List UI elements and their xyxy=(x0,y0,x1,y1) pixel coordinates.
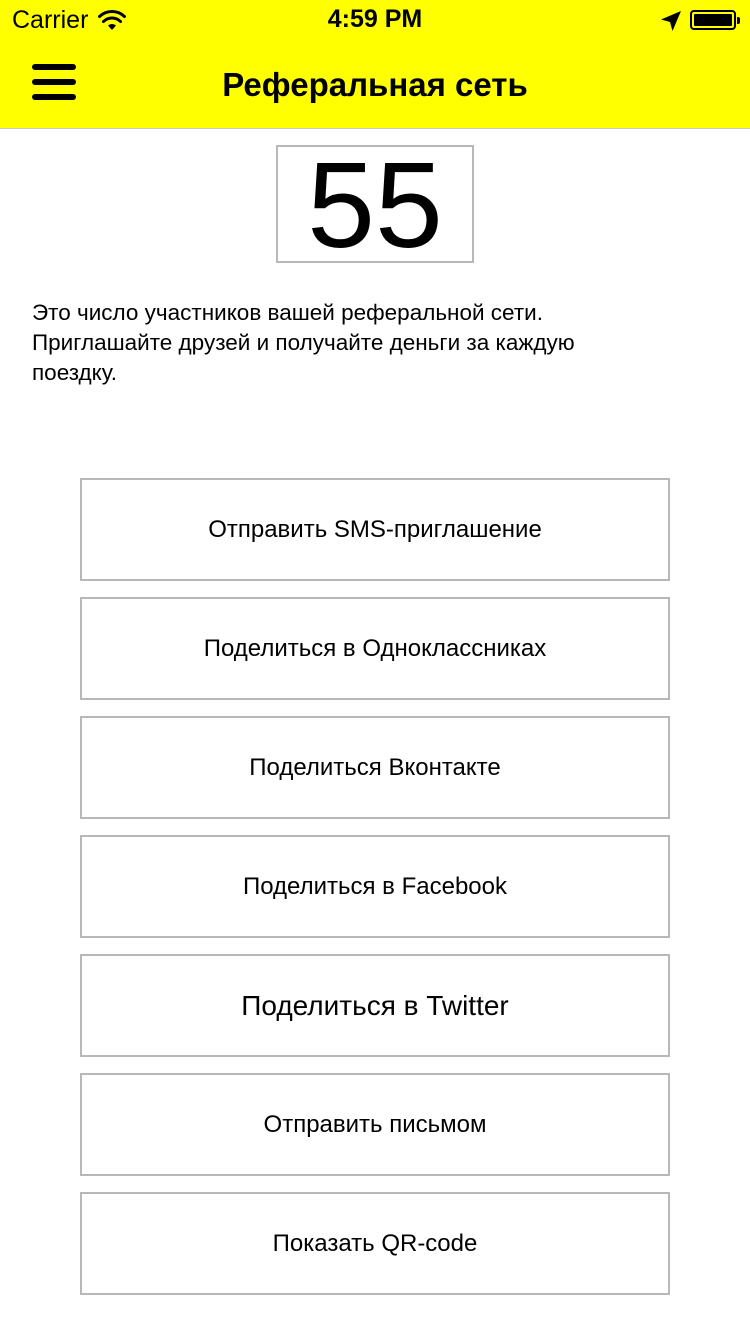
battery-icon xyxy=(690,10,740,30)
share-twitter-button[interactable]: Поделиться в Twitter xyxy=(80,954,670,1057)
page-title: Реферальная сеть xyxy=(222,66,528,103)
share-facebook-button[interactable]: Поделиться в Facebook xyxy=(80,835,670,938)
share-odnoklassniki-button[interactable]: Поделиться в Одноклассниках xyxy=(80,597,670,700)
description-line-3: поездку. xyxy=(32,360,118,385)
top-bar: Carrier 4:59 PM Реферальная сеть xyxy=(0,0,750,129)
battery-nub xyxy=(737,17,740,24)
battery-fill xyxy=(694,14,732,26)
description-line-2: Приглашайте друзей и получайте деньги за… xyxy=(32,330,575,355)
status-bar: Carrier 4:59 PM xyxy=(0,0,750,40)
referral-description: Это число участников вашей реферальной с… xyxy=(32,298,672,388)
location-arrow-icon xyxy=(661,11,681,31)
status-time: 4:59 PM xyxy=(327,5,423,33)
show-qr-code-button[interactable]: Показать QR-code xyxy=(80,1192,670,1295)
send-sms-invite-button[interactable]: Отправить SMS-приглашение xyxy=(80,478,670,581)
share-actions: Отправить SMS-приглашение Поделиться в О… xyxy=(80,478,670,1311)
share-vkontakte-button[interactable]: Поделиться Вконтакте xyxy=(80,716,670,819)
send-email-button[interactable]: Отправить письмом xyxy=(80,1073,670,1176)
referral-count: 55 xyxy=(276,144,474,266)
description-line-1: Это число участников вашей реферальной с… xyxy=(32,300,543,325)
navigation-bar: Реферальная сеть xyxy=(0,40,750,128)
